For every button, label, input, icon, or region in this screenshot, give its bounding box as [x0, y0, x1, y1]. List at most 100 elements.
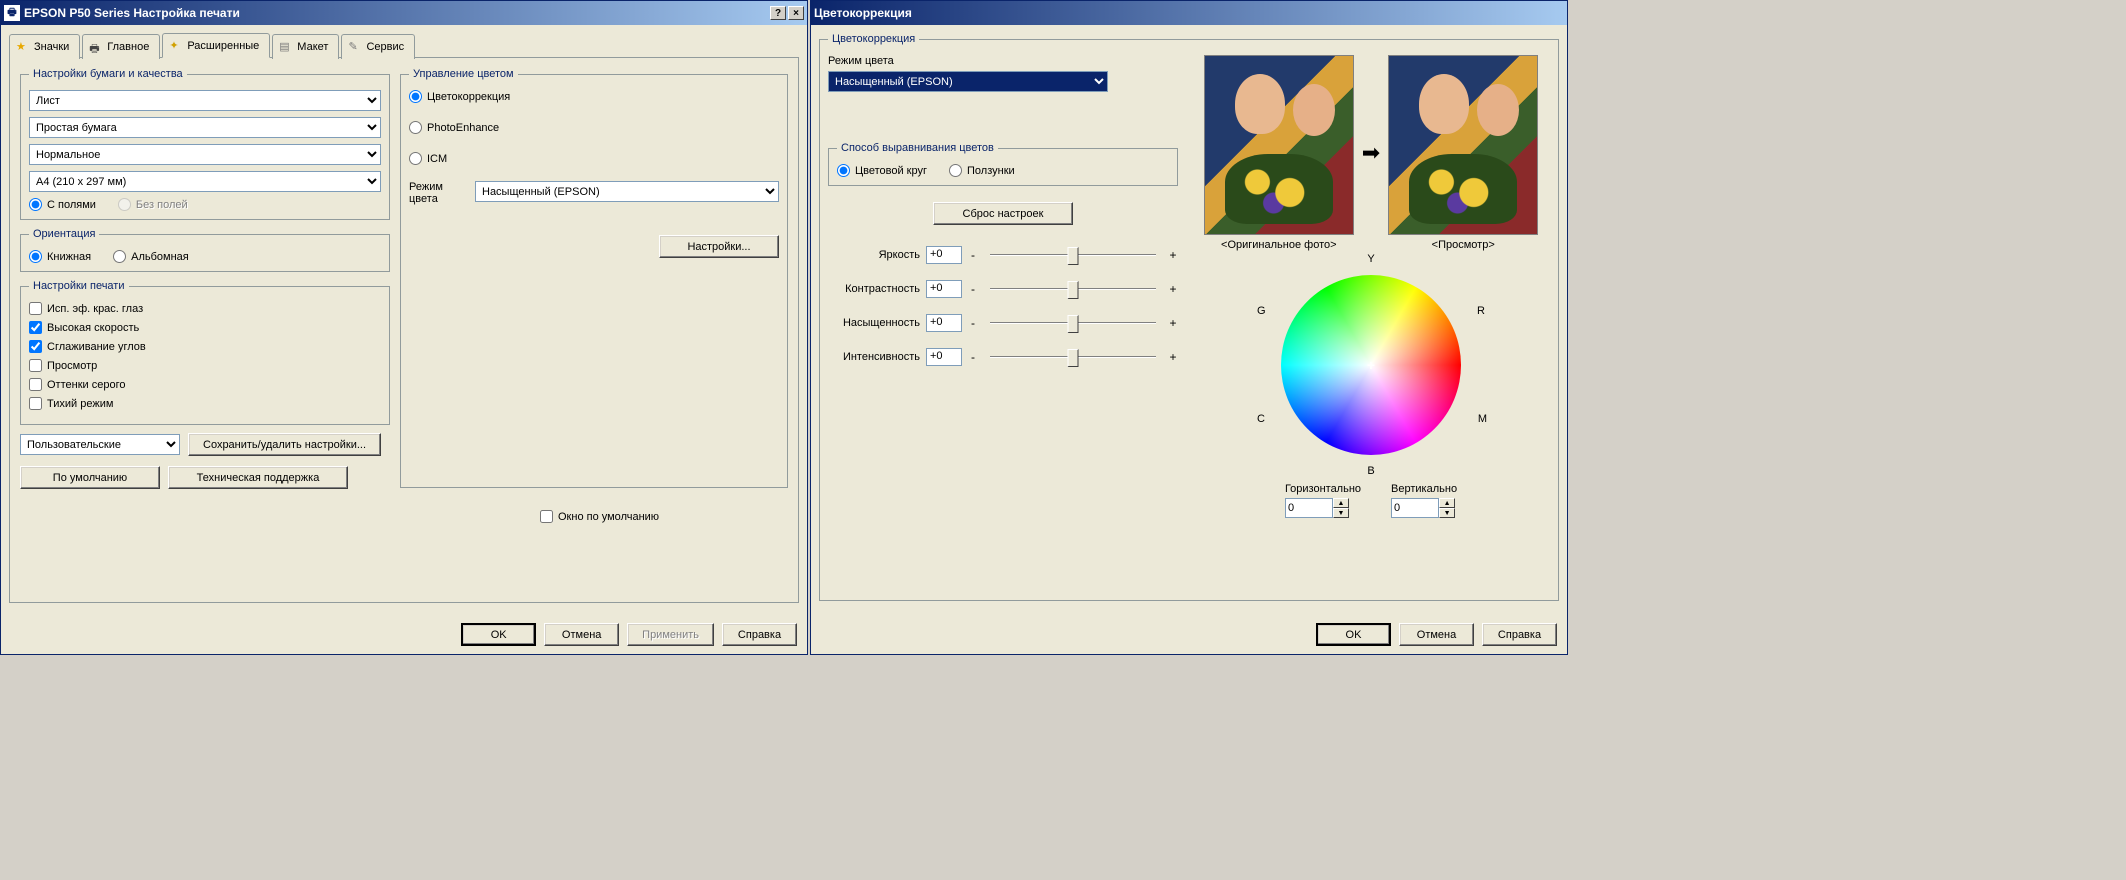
check-grayscale[interactable]: Оттенки серого	[29, 378, 381, 391]
printer-icon: 🖶	[89, 40, 103, 54]
contrast-slider-row: Контрастность +0 - +	[828, 279, 1178, 299]
minus-icon: -	[968, 248, 978, 262]
cancel-button[interactable]: Отмена	[544, 623, 619, 646]
slider-label: Контрастность	[828, 283, 920, 295]
help-titlebar-button[interactable]: ?	[770, 6, 786, 20]
titlebar[interactable]: 🖶 EPSON P50 Series Настройка печати ? ×	[1, 1, 807, 25]
color-wheel[interactable]: +	[1281, 275, 1461, 455]
radio-sliders[interactable]: Ползунки	[949, 164, 1015, 177]
brightness-slider[interactable]	[984, 245, 1162, 265]
intensity-value[interactable]: +0	[926, 348, 962, 366]
color-settings-button[interactable]: Настройки...	[659, 235, 779, 258]
contrast-slider[interactable]	[984, 279, 1162, 299]
horiz-spin-down[interactable]: ▼	[1333, 508, 1349, 518]
radio-color-wheel[interactable]: Цветовой круг	[837, 164, 927, 177]
check-label: Высокая скорость	[47, 322, 139, 334]
help-button[interactable]: Справка	[1482, 623, 1557, 646]
tab-layout[interactable]: ▤Макет	[272, 34, 339, 59]
preview-row: <Оригинальное фото> ➡ <Просмотр>	[1192, 55, 1550, 251]
radio-label: Без полей	[136, 199, 188, 211]
color-mode-label: Режим цвета	[828, 55, 1178, 67]
intensity-slider-row: Интенсивность +0 - +	[828, 347, 1178, 367]
check-preview[interactable]: Просмотр	[29, 359, 381, 372]
horiz-spin-up[interactable]: ▲	[1333, 498, 1349, 508]
preset-select[interactable]: Пользовательские	[20, 434, 180, 455]
dialog-buttons: OK Отмена Справка	[1316, 623, 1557, 646]
gear-icon: ✦	[169, 39, 183, 53]
quality-select[interactable]: Нормальное	[29, 144, 381, 165]
original-caption: <Оригинальное фото>	[1204, 239, 1354, 251]
window-title: Цветокоррекция	[814, 6, 912, 20]
wrench-icon: ✎	[348, 40, 362, 54]
slider-label: Интенсивность	[828, 351, 920, 363]
wheel-label-r: R	[1477, 305, 1485, 317]
radio-label: С полями	[47, 199, 96, 211]
tab-label: Главное	[107, 41, 149, 53]
star-icon: ★	[16, 40, 30, 54]
print-options-group: Настройки печати Исп. эф. крас. глаз Выс…	[20, 280, 390, 425]
result-preview-image	[1388, 55, 1538, 235]
contrast-value[interactable]: +0	[926, 280, 962, 298]
tab-shortcuts[interactable]: ★Значки	[9, 34, 80, 59]
titlebar[interactable]: Цветокоррекция	[811, 1, 1567, 25]
media-type-select[interactable]: Простая бумага	[29, 117, 381, 138]
tab-label: Расширенные	[187, 40, 259, 52]
horiz-label: Горизонтально	[1285, 483, 1361, 495]
check-label: Оттенки серого	[47, 379, 125, 391]
color-mode-select[interactable]: Насыщенный (EPSON)	[828, 71, 1108, 92]
tab-panel-advanced: Настройки бумаги и качества Лист Простая…	[9, 57, 799, 603]
tab-main[interactable]: 🖶 Главное	[82, 34, 160, 59]
check-default-window[interactable]: Окно по умолчанию	[540, 510, 788, 523]
horiz-spin-input[interactable]	[1285, 498, 1333, 518]
help-button[interactable]: Справка	[722, 623, 797, 646]
radio-portrait[interactable]: Книжная	[29, 250, 91, 263]
radio-with-borders[interactable]: С полями	[29, 198, 96, 211]
paper-quality-group: Настройки бумаги и качества Лист Простая…	[20, 68, 390, 220]
paper-size-select[interactable]: A4 (210 x 297 мм)	[29, 171, 381, 192]
close-titlebar-button[interactable]: ×	[788, 6, 804, 20]
color-management-group: Управление цветом Цветокоррекция PhotoEn…	[400, 68, 788, 488]
radio-color-correction[interactable]: Цветокоррекция	[409, 90, 779, 103]
tab-service[interactable]: ✎Сервис	[341, 34, 415, 59]
ok-button[interactable]: OK	[1316, 623, 1391, 646]
radio-label: Книжная	[47, 251, 91, 263]
wheel-label-b: B	[1367, 465, 1374, 477]
plus-icon: +	[1168, 248, 1178, 262]
check-smoothing[interactable]: Сглаживание углов	[29, 340, 381, 353]
radio-landscape[interactable]: Альбомная	[113, 250, 189, 263]
intensity-slider[interactable]	[984, 347, 1162, 367]
check-label: Окно по умолчанию	[558, 511, 659, 523]
wheel-label-g: G	[1257, 305, 1266, 317]
saturation-slider[interactable]	[984, 313, 1162, 333]
radio-icm[interactable]: ICM	[409, 152, 779, 165]
defaults-button[interactable]: По умолчанию	[20, 466, 160, 489]
wheel-label-y: Y	[1367, 253, 1374, 265]
document-icon: ▤	[279, 40, 293, 54]
radio-photoenhance[interactable]: PhotoEnhance	[409, 121, 779, 134]
tech-support-button[interactable]: Техническая поддержка	[168, 466, 348, 489]
check-highspeed[interactable]: Высокая скорость	[29, 321, 381, 334]
apply-button: Применить	[627, 623, 714, 646]
check-redeye[interactable]: Исп. эф. крас. глаз	[29, 302, 381, 315]
vert-label: Вертикально	[1391, 483, 1457, 495]
tab-advanced[interactable]: ✦ Расширенные	[162, 33, 270, 58]
reset-settings-button[interactable]: Сброс настроек	[933, 202, 1073, 225]
slider-label: Насыщенность	[828, 317, 920, 329]
vert-spin-down[interactable]: ▼	[1439, 508, 1455, 518]
vert-spin-up[interactable]: ▲	[1439, 498, 1455, 508]
check-quiet[interactable]: Тихий режим	[29, 397, 381, 410]
save-delete-settings-button[interactable]: Сохранить/удалить настройки...	[188, 433, 381, 456]
dialog-buttons: OK Отмена Применить Справка	[461, 623, 797, 646]
cancel-button[interactable]: Отмена	[1399, 623, 1474, 646]
ok-button[interactable]: OK	[461, 623, 536, 646]
vert-spin-input[interactable]	[1391, 498, 1439, 518]
group-legend: Настройки бумаги и качества	[29, 68, 187, 80]
color-wheel-container: Y R M B C G +	[1261, 255, 1481, 475]
tab-strip: ★Значки 🖶 Главное ✦ Расширенные ▤Макет ✎Се…	[9, 33, 799, 58]
saturation-value[interactable]: +0	[926, 314, 962, 332]
alignment-method-group: Способ выравнивания цветов Цветовой круг…	[828, 142, 1178, 186]
color-mode-select[interactable]: Насыщенный (EPSON)	[475, 181, 779, 202]
paper-source-select[interactable]: Лист	[29, 90, 381, 111]
brightness-value[interactable]: +0	[926, 246, 962, 264]
preview-caption: <Просмотр>	[1388, 239, 1538, 251]
